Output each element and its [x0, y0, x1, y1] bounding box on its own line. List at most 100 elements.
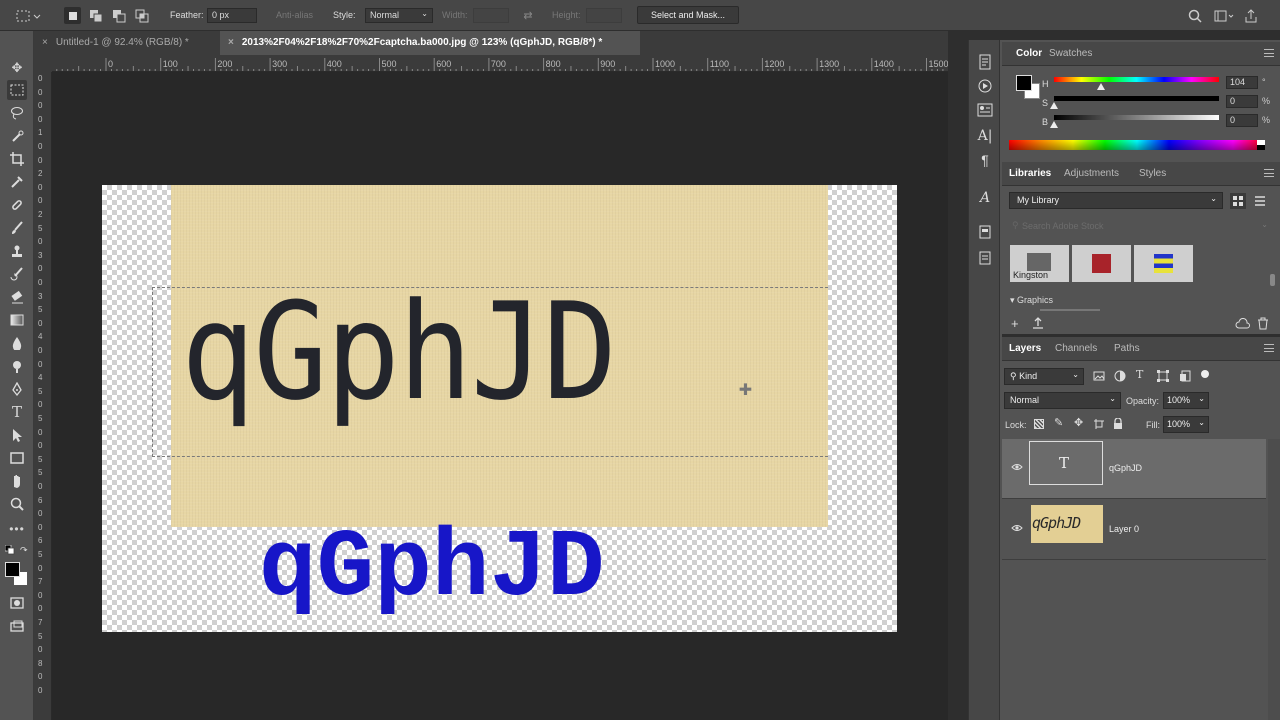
brightness-slider[interactable]: [1054, 115, 1219, 120]
hue-slider[interactable]: [1054, 77, 1219, 82]
tab-paths[interactable]: Paths: [1114, 337, 1140, 361]
height-input[interactable]: [586, 8, 622, 23]
saturation-slider[interactable]: [1054, 96, 1219, 101]
tab-swatches[interactable]: Swatches: [1049, 42, 1092, 66]
gradient-tool-icon[interactable]: [7, 310, 27, 330]
clone-stamp-tool-icon[interactable]: [7, 241, 27, 261]
new-selection-icon[interactable]: [64, 7, 81, 24]
tab-untitled-1[interactable]: × Untitled-1 @ 92.4% (RGB/8) *: [34, 31, 220, 55]
hue-value-input[interactable]: 104: [1226, 76, 1258, 89]
swap-colors-icon[interactable]: ↷: [20, 545, 30, 555]
rectangular-marquee-tool-icon[interactable]: [7, 80, 27, 100]
layer-filter-select[interactable]: ⚲ Kind ⌄: [1004, 368, 1084, 385]
filter-adjustment-icon[interactable]: [1114, 370, 1126, 385]
intersect-selection-icon[interactable]: [133, 7, 150, 24]
tab-styles[interactable]: Styles: [1139, 162, 1166, 186]
style-select[interactable]: Normal ⌄: [365, 8, 433, 23]
panel-menu-icon[interactable]: [1264, 169, 1274, 177]
filter-smart-object-icon[interactable]: [1179, 370, 1191, 385]
layer-row-text[interactable]: T qGphJD: [1002, 439, 1266, 499]
saturation-value-input[interactable]: 0: [1226, 95, 1258, 108]
tab-captcha-document[interactable]: × 2013%2F04%2F18%2F70%2Fcaptcha.ba000.jpg…: [220, 31, 640, 55]
lock-position-icon[interactable]: ✥: [1074, 416, 1083, 429]
path-selection-tool-icon[interactable]: [7, 425, 27, 445]
type-tool-icon[interactable]: T: [7, 402, 27, 422]
subtract-from-selection-icon[interactable]: [110, 7, 127, 24]
color-spectrum-ramp[interactable]: [1009, 140, 1265, 150]
stock-search-input[interactable]: ⚲ Search Adobe Stock ⌄: [1009, 218, 1271, 236]
list-view-icon[interactable]: [1252, 193, 1268, 209]
foreground-color-swatch[interactable]: [5, 562, 20, 577]
trash-icon[interactable]: [1257, 317, 1269, 333]
search-icon[interactable]: [1186, 7, 1204, 24]
zoom-tool-icon[interactable]: [7, 494, 27, 514]
brush-tool-icon[interactable]: [7, 218, 27, 238]
marquee-tool-preset-icon[interactable]: [14, 7, 44, 24]
brightness-value-input[interactable]: 0: [1226, 114, 1258, 127]
close-icon[interactable]: ×: [42, 37, 48, 48]
panel-menu-icon[interactable]: [1264, 344, 1274, 352]
quick-mask-icon[interactable]: [7, 593, 27, 613]
blur-tool-icon[interactable]: [7, 333, 27, 353]
saturation-slider-thumb[interactable]: [1050, 102, 1058, 109]
workspace-icon[interactable]: [1213, 7, 1235, 24]
close-icon[interactable]: ×: [228, 37, 234, 48]
healing-brush-tool-icon[interactable]: [7, 195, 27, 215]
add-library-element-icon[interactable]: +: [1011, 316, 1019, 331]
fg-color-chip[interactable]: [1016, 75, 1032, 91]
layer-comps-panel-icon[interactable]: [974, 222, 996, 242]
graphics-section-toggle[interactable]: ▾ Graphics: [1010, 295, 1053, 306]
library-item-kingston[interactable]: Kingston: [1010, 245, 1069, 282]
select-and-mask-button[interactable]: Select and Mask...: [637, 6, 739, 24]
upload-icon[interactable]: [1032, 316, 1044, 333]
width-input[interactable]: [473, 8, 509, 23]
document-canvas[interactable]: qGphJD qGphJD ✚: [102, 185, 897, 632]
actions-panel-icon[interactable]: [974, 76, 996, 96]
canvas-area[interactable]: qGphJD qGphJD ✚: [52, 72, 948, 720]
pen-tool-icon[interactable]: [7, 379, 27, 399]
default-colors-icon[interactable]: [4, 544, 15, 555]
filter-type-icon[interactable]: T: [1136, 368, 1143, 381]
notes-panel-icon[interactable]: [974, 248, 996, 268]
share-icon[interactable]: [1243, 7, 1259, 24]
tab-color[interactable]: Color: [1016, 42, 1042, 66]
add-to-selection-icon[interactable]: [87, 7, 104, 24]
dodge-tool-icon[interactable]: [7, 356, 27, 376]
layer-name[interactable]: Layer 0: [1109, 524, 1139, 534]
rectangle-tool-icon[interactable]: [7, 448, 27, 468]
more-tools-icon[interactable]: •••: [7, 519, 27, 539]
text-layer-content[interactable]: qGphJD: [259, 521, 605, 617]
tab-libraries[interactable]: Libraries: [1009, 162, 1051, 186]
hand-tool-icon[interactable]: [7, 471, 27, 491]
quick-selection-tool-icon[interactable]: [7, 126, 27, 146]
library-scrollbar[interactable]: [1270, 274, 1275, 286]
library-item-red-color[interactable]: [1072, 245, 1131, 282]
layer-name[interactable]: qGphJD: [1109, 463, 1142, 473]
panel-menu-icon[interactable]: [1264, 49, 1274, 57]
paragraph-panel-icon[interactable]: ¶: [974, 150, 996, 170]
library-item-gradient-color[interactable]: [1134, 245, 1193, 282]
opacity-input[interactable]: 100% ⌄: [1163, 392, 1209, 409]
character-panel-icon[interactable]: A|: [974, 126, 996, 146]
tab-channels[interactable]: Channels: [1055, 337, 1097, 361]
glyphs-panel-icon[interactable]: A: [974, 188, 996, 208]
lock-artboard-icon[interactable]: [1094, 419, 1104, 432]
screen-mode-icon[interactable]: [7, 616, 27, 636]
filter-pixel-icon[interactable]: [1093, 371, 1105, 384]
lock-transparent-pixels-icon[interactable]: [1034, 419, 1044, 429]
tab-adjustments[interactable]: Adjustments: [1064, 162, 1119, 186]
crop-tool-icon[interactable]: [7, 149, 27, 169]
swap-width-height-icon[interactable]: ⇄: [520, 8, 536, 23]
brightness-slider-thumb[interactable]: [1050, 121, 1058, 128]
eye-visibility-icon[interactable]: [1010, 461, 1024, 475]
move-tool-icon[interactable]: ✥: [7, 58, 27, 78]
feather-input[interactable]: 0 px: [207, 8, 257, 23]
properties-panel-icon[interactable]: [974, 100, 996, 120]
library-select[interactable]: My Library ⌄: [1009, 192, 1223, 209]
layers-scrollbar-track[interactable]: [1268, 439, 1280, 720]
eraser-tool-icon[interactable]: [7, 287, 27, 307]
layer-row-image[interactable]: qGphJD Layer 0: [1002, 500, 1266, 560]
lock-all-icon[interactable]: [1113, 417, 1123, 433]
eye-visibility-icon[interactable]: [1010, 522, 1024, 536]
cloud-sync-icon[interactable]: [1235, 318, 1251, 333]
